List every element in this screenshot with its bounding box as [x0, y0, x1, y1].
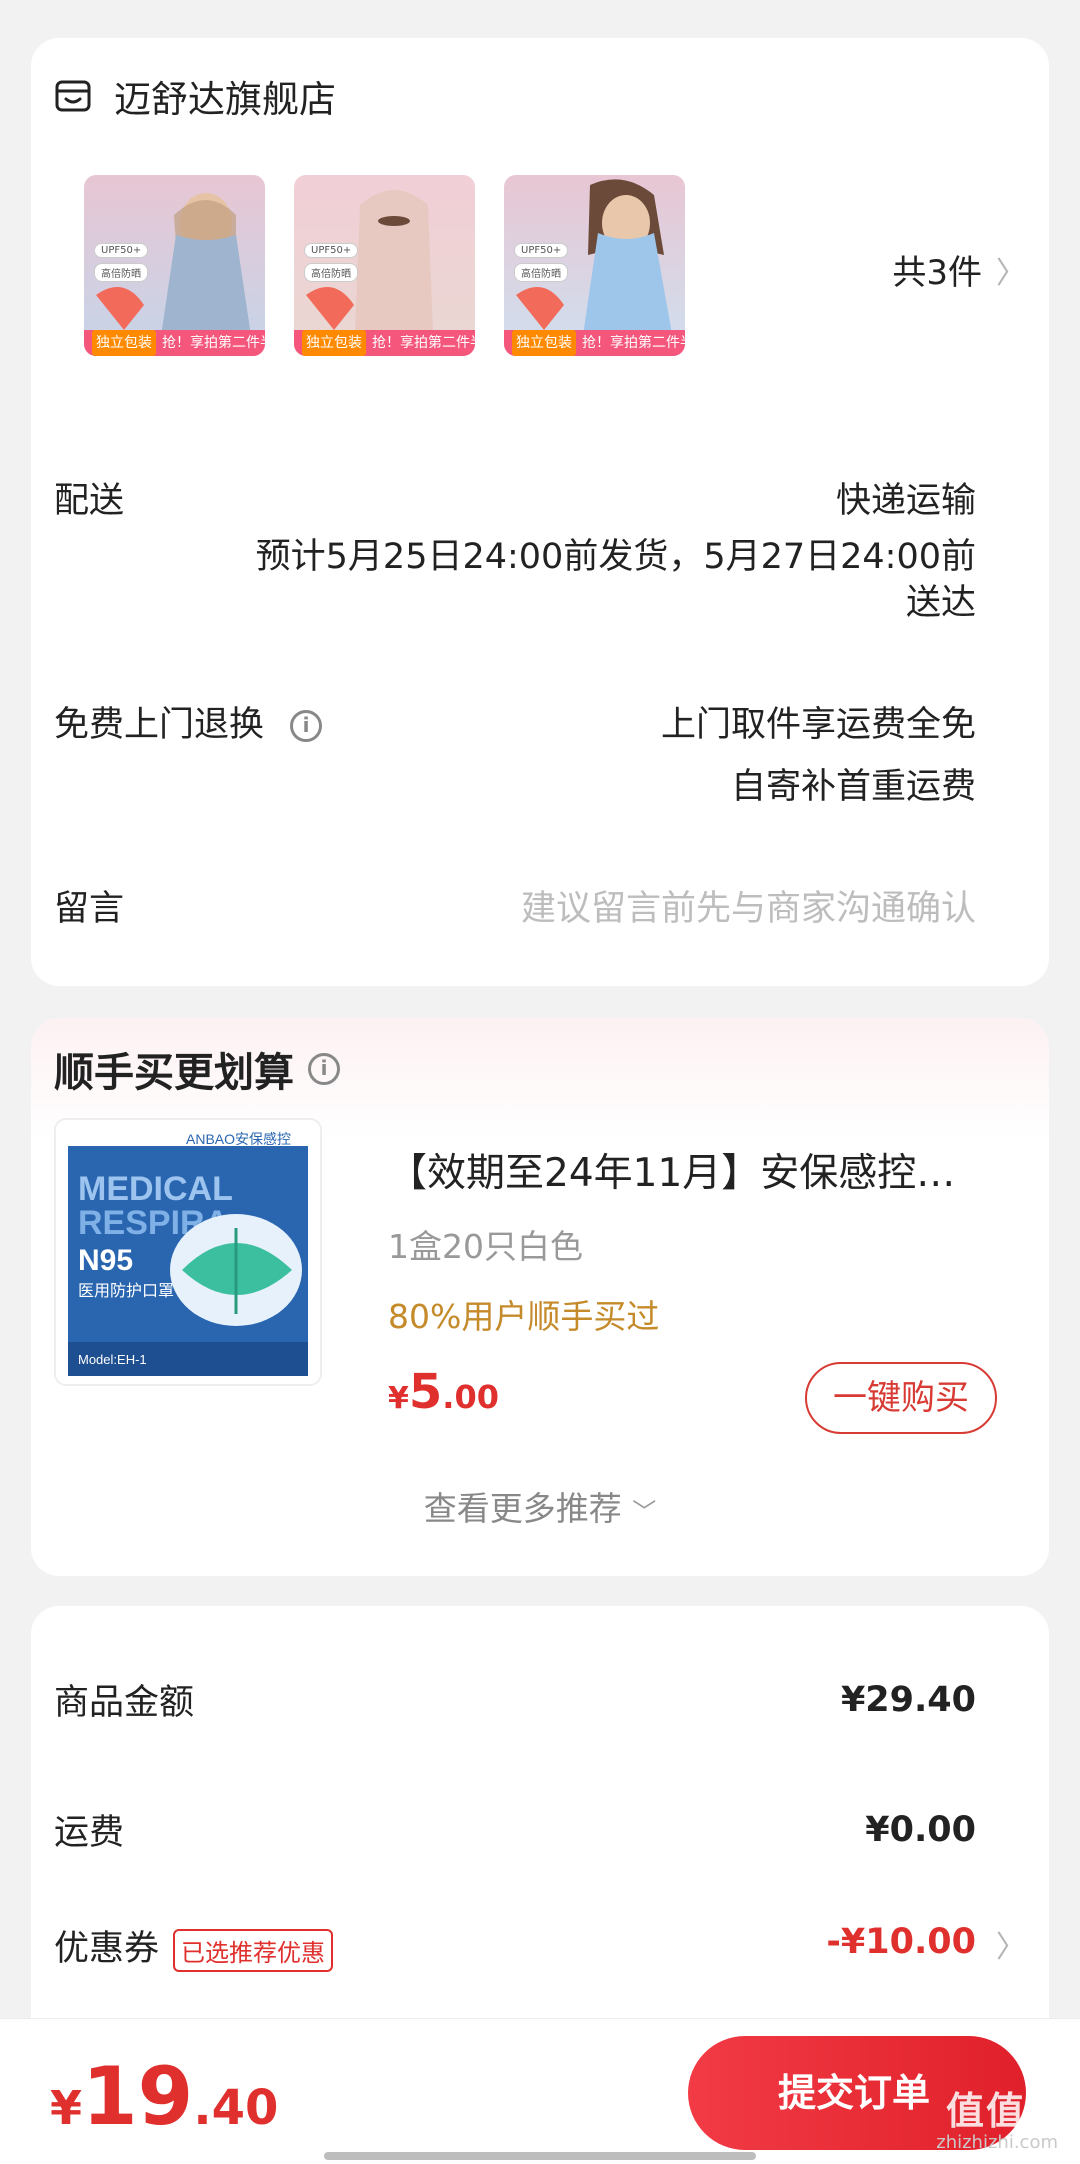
item-count: 共3件 [892, 253, 982, 293]
recommend-product-image[interactable]: ANBAO安保感控 MEDICAL RESPIRA N95 医用防护口罩 Mod… [54, 1118, 322, 1386]
thumb-promo-strip: 独立包装抢！享拍第二件半价 [294, 330, 475, 356]
more-recommend-link[interactable]: 查看更多推荐 ﹀ [0, 1482, 1080, 1530]
product-thumb-2[interactable]: UPF50+ 高倍防晒 独立包装抢！享拍第二件半价 [294, 175, 475, 356]
message-label: 留言 [54, 889, 125, 929]
mask-box-image: ANBAO安保感控 MEDICAL RESPIRA N95 医用防护口罩 Mod… [68, 1128, 308, 1376]
coupon-discount-value: -¥10.00 [826, 1922, 976, 1962]
product-thumb-3[interactable]: UPF50+ 高倍防晒 独立包装抢！享拍第二件半价 [504, 175, 685, 356]
delivery-label: 配送 [54, 481, 125, 521]
recommend-header: 顺手买更划算 i [54, 1040, 340, 1098]
thumb-badge: 高倍防晒 [94, 263, 148, 282]
coupon-label: 优惠券 [54, 1929, 160, 1969]
recommend-product-price: ¥5.00 [388, 1364, 499, 1420]
total-symbol: ¥ [50, 2081, 83, 2135]
box-brand: ANBAO安保感控 [186, 1131, 291, 1147]
delivery-estimate-cont: 送达 [905, 583, 976, 623]
chevron-down-icon: ﹀ [632, 1498, 657, 1526]
delivery-estimate: 预计5月25日24:00前发货，5月27日24:00前 [255, 537, 976, 577]
recommend-product-spec: 1盒20只白色 [388, 1227, 583, 1266]
home-indicator[interactable] [324, 2152, 756, 2160]
recommend-title: 顺手买更划算 [54, 1050, 294, 1096]
one-click-buy-button[interactable]: 一键购买 [805, 1362, 997, 1434]
box-text: MEDICAL [78, 1170, 233, 1208]
returns-line1: 上门取件享运费全免 [660, 705, 976, 745]
thumb-promo-label: 抢！享拍第二件半价 [162, 335, 265, 351]
coupon-row[interactable]: 优惠券 已选推荐优惠 [54, 1920, 334, 1972]
box-text: 医用防护口罩 [78, 1282, 174, 1300]
total-integer: 19 [82, 2050, 194, 2143]
total-price: ¥19.40 [50, 2050, 278, 2143]
thumb-badge: 高倍防晒 [514, 263, 568, 282]
thumb-pkg-label: 独立包装 [512, 330, 576, 356]
shop-icon [55, 80, 91, 112]
thumb-badge: UPF50+ [514, 243, 569, 258]
info-icon[interactable]: i [308, 1053, 340, 1085]
price-decimal: .00 [442, 1378, 499, 1416]
chevron-right-icon[interactable]: 〉 [996, 1922, 1026, 1966]
returns-line2: 自寄补首重运费 [730, 767, 976, 807]
watermark: 值值值 [945, 2089, 1066, 2133]
thumb-badge: 高倍防晒 [304, 263, 358, 282]
thumb-promo-strip: 独立包装抢！享拍第二件半价 [504, 330, 685, 356]
thumb-badge: UPF50+ [94, 243, 149, 258]
returns-label: 免费上门退换 [54, 705, 265, 745]
thumb-pkg-label: 独立包装 [92, 330, 156, 356]
message-input[interactable]: 建议留言前先与商家沟通确认 [521, 880, 976, 931]
goods-amount-label: 商品金额 [54, 1683, 195, 1723]
delivery-method: 快递运输 [835, 481, 976, 521]
thumb-promo-label: 抢！享拍第二件半价 [372, 335, 475, 351]
thumb-pkg-label: 独立包装 [302, 330, 366, 356]
shop-header[interactable]: 迈舒达旗舰店 [54, 66, 336, 126]
watermark-url: zhizhizhi.com [936, 2132, 1058, 2153]
item-count-link[interactable]: 共3件 〉 [892, 245, 1026, 294]
returns-row: 免费上门退换 i [54, 696, 323, 747]
box-text: N95 [78, 1244, 133, 1277]
more-recommend-label: 查看更多推荐 [423, 1489, 622, 1528]
box-model: Model:EH-1 [78, 1352, 147, 1367]
shipping-label: 运费 [54, 1813, 125, 1853]
thumb-promo-label: 抢！享拍第二件半价 [582, 335, 685, 351]
product-thumb-1[interactable]: UPF50+ 高倍防晒 独立包装抢！享拍第二件半价 [84, 175, 265, 356]
goods-amount-value: ¥29.40 [840, 1680, 976, 1720]
coupon-tag: 已选推荐优惠 [173, 1928, 334, 1972]
price-symbol: ¥ [388, 1381, 409, 1416]
recommend-product-title[interactable]: 【效期至24年11月】安保感控… [388, 1142, 988, 1198]
total-decimal: .40 [193, 2080, 279, 2136]
info-icon[interactable]: i [290, 710, 323, 742]
shop-name: 迈舒达旗舰店 [114, 78, 336, 121]
shipping-value: ¥0.00 [865, 1810, 976, 1850]
thumb-promo-strip: 独立包装抢！享拍第二件半价 [84, 330, 265, 356]
chevron-right-icon: 〉 [996, 255, 1026, 291]
recommend-product-note: 80%用户顺手买过 [388, 1297, 660, 1336]
thumb-badge: UPF50+ [304, 243, 359, 258]
price-integer: 5 [408, 1364, 443, 1420]
